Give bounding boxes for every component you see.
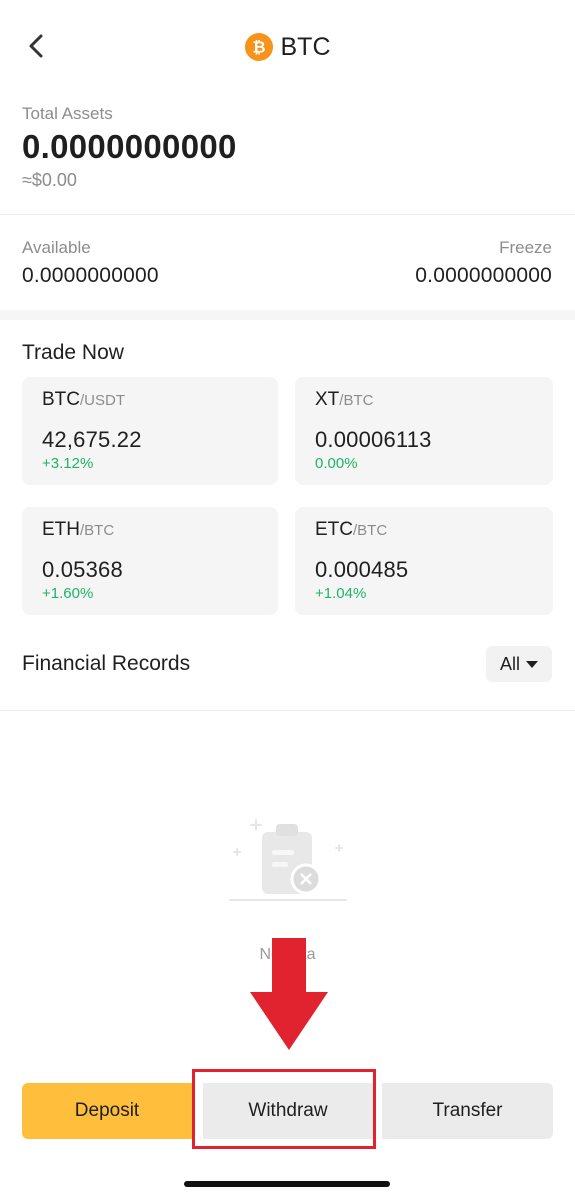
- bitcoin-icon: ₿: [244, 33, 273, 61]
- available-label: Available: [22, 238, 91, 257]
- filter-label: All: [499, 653, 520, 674]
- trade-pair-card-eth-btc[interactable]: ETH/BTC 0.05368 +1.60%: [22, 507, 278, 615]
- records-filter-dropdown[interactable]: All: [486, 646, 552, 682]
- pair-change: +1.04%: [315, 585, 367, 602]
- available-value: 0.0000000000: [22, 264, 159, 287]
- pair-base: ETH: [42, 519, 80, 540]
- pair-change: +3.12%: [42, 455, 94, 472]
- pair-price: 0.000485: [315, 557, 409, 582]
- pair-base: BTC: [42, 389, 80, 410]
- total-assets-value: 0.0000000000: [22, 128, 237, 165]
- divider: [0, 710, 575, 711]
- total-assets: Total Assets 0.0000000000 ≈$0.00: [22, 104, 237, 191]
- pair-name: ETH/BTC: [42, 519, 114, 541]
- pair-price: 0.05368: [42, 557, 123, 582]
- freeze-balance: Freeze 0.0000000000: [415, 238, 552, 288]
- divider: [0, 214, 575, 215]
- page-title: BTC: [280, 32, 331, 61]
- header-title-group: ₿ BTC: [0, 30, 575, 64]
- financial-records-title: Financial Records: [22, 652, 191, 675]
- caret-down-icon: [526, 660, 538, 668]
- available-balance: Available 0.0000000000: [22, 238, 159, 288]
- pair-quote: /USDT: [80, 392, 125, 409]
- trade-now-title: Trade Now: [22, 341, 124, 364]
- total-assets-label: Total Assets: [22, 104, 113, 123]
- trade-pair-card-xt-btc[interactable]: XT/BTC 0.00006113 0.00%: [295, 377, 553, 485]
- trade-pair-card-btc-usdt[interactable]: BTC/USDT 42,675.22 +3.12%: [22, 377, 278, 485]
- freeze-value: 0.0000000000: [415, 264, 552, 287]
- section-divider: [0, 310, 575, 320]
- freeze-label: Freeze: [499, 238, 552, 257]
- transfer-button[interactable]: Transfer: [382, 1083, 553, 1139]
- pair-name: BTC/USDT: [42, 389, 125, 411]
- pair-quote: /BTC: [353, 522, 388, 539]
- pair-base: ETC: [315, 519, 353, 540]
- pair-name: ETC/BTC: [315, 519, 387, 541]
- pair-price: 0.00006113: [315, 427, 432, 452]
- withdraw-highlight-box: [192, 1069, 376, 1149]
- total-assets-fiat: ≈$0.00: [22, 170, 77, 190]
- pair-change: +1.60%: [42, 585, 94, 602]
- pair-base: XT: [315, 389, 340, 410]
- pair-quote: /BTC: [80, 522, 115, 539]
- pair-change: 0.00%: [315, 455, 358, 472]
- red-arrow-annotation: [250, 938, 328, 1050]
- pair-quote: /BTC: [339, 392, 374, 409]
- pair-name: XT/BTC: [315, 389, 373, 411]
- pair-price: 42,675.22: [42, 427, 142, 452]
- trade-pair-card-etc-btc[interactable]: ETC/BTC 0.000485 +1.04%: [295, 507, 553, 615]
- svg-text:₿: ₿: [252, 39, 265, 57]
- empty-clipboard-icon: [229, 819, 347, 901]
- deposit-button[interactable]: Deposit: [22, 1083, 192, 1139]
- home-indicator[interactable]: [184, 1181, 390, 1187]
- header: ₿ BTC: [0, 0, 575, 92]
